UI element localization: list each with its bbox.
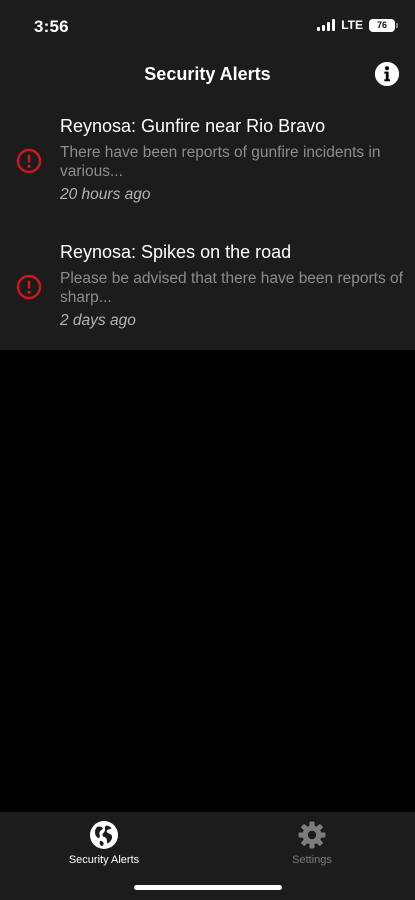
gear-icon <box>297 820 327 850</box>
alert-list: Reynosa: Gunfire near Rio Bravo There ha… <box>0 98 415 350</box>
alert-circle-icon <box>16 148 42 174</box>
alert-description: Please be advised that there have been r… <box>60 270 403 306</box>
alert-title: Reynosa: Spikes on the road <box>60 242 292 262</box>
signal-icon <box>317 19 336 31</box>
battery-level: 76 <box>376 20 387 30</box>
tab-settings[interactable]: Settings <box>242 820 382 866</box>
status-bar: 3:56 LTE 76 <box>0 0 415 52</box>
status-indicators: LTE 76 <box>317 18 398 32</box>
battery-icon: 76 <box>369 18 398 32</box>
info-icon <box>375 62 399 86</box>
alert-timestamp: 2 days ago <box>60 312 136 329</box>
status-time: 3:56 <box>34 17 69 36</box>
alert-timestamp: 20 hours ago <box>60 186 151 203</box>
alert-title: Reynosa: Gunfire near Rio Bravo <box>60 116 326 136</box>
tab-label: Security Alerts <box>68 854 140 866</box>
network-type: LTE <box>341 18 363 32</box>
alert-description: There have been reports of gunfire incid… <box>60 144 381 180</box>
page-title: Security Alerts <box>144 64 271 84</box>
alert-circle-icon <box>16 274 42 300</box>
globe-icon <box>89 820 119 850</box>
list-item[interactable]: Reynosa: Gunfire near Rio Bravo There ha… <box>0 98 415 224</box>
list-item[interactable]: Reynosa: Spikes on the road Please be ad… <box>0 224 415 350</box>
nav-bar: Security Alerts <box>0 52 415 98</box>
alert-body: Reynosa: Spikes on the road Please be ad… <box>60 241 403 330</box>
info-button[interactable] <box>375 62 399 86</box>
alert-body: Reynosa: Gunfire near Rio Bravo There ha… <box>60 115 403 204</box>
screen: 3:56 LTE 76 Security Alerts Reynosa: Gun… <box>0 0 415 900</box>
tab-label: Settings <box>292 854 332 866</box>
tab-security-alerts[interactable]: Security Alerts <box>34 820 174 866</box>
home-indicator[interactable] <box>134 885 282 890</box>
